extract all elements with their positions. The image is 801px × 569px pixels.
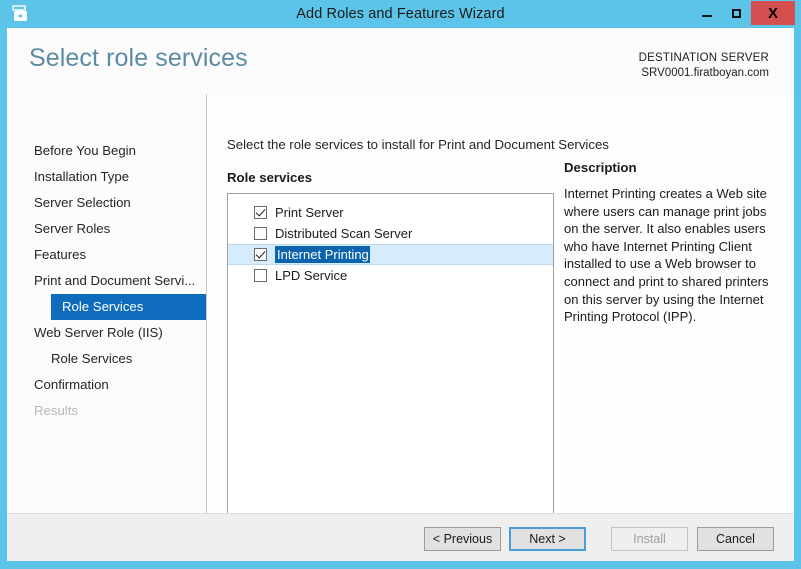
- install-button: Install: [611, 527, 688, 551]
- maximize-button[interactable]: [722, 1, 750, 25]
- list-item[interactable]: LPD Service: [228, 265, 553, 286]
- sidebar-item-print-and-document-servi[interactable]: Print and Document Servi...: [7, 268, 206, 294]
- sidebar-item-label: Results: [34, 403, 78, 418]
- list-item-label: Print Server: [275, 205, 344, 220]
- maximize-icon: [732, 9, 741, 18]
- wizard-navigation: Before You Begin Installation Type Server …: [7, 94, 206, 513]
- page-title: Select role services: [29, 44, 248, 73]
- previous-button[interactable]: < Previous: [424, 527, 501, 551]
- description-pane: Description Internet Printing creates a …: [564, 160, 779, 326]
- sidebar-item-label: Server Selection: [34, 195, 131, 210]
- list-item[interactable]: Internet Printing: [228, 244, 553, 265]
- list-top-padding: [228, 194, 553, 202]
- description-body: Internet Printing creates a Web site whe…: [564, 185, 779, 326]
- sidebar-item-installation-type[interactable]: Installation Type: [7, 164, 206, 190]
- checkbox-print-server[interactable]: [254, 206, 267, 219]
- sidebar-item-server-selection[interactable]: Server Selection: [7, 190, 206, 216]
- list-item[interactable]: Distributed Scan Server: [228, 223, 553, 244]
- cancel-button[interactable]: Cancel: [697, 527, 774, 551]
- description-title: Description: [564, 160, 779, 175]
- sidebar-item-label: Role Services: [62, 299, 143, 314]
- wizard-footer: < Previous Next > Install Cancel: [7, 513, 794, 561]
- sidebar-item-label: Installation Type: [34, 169, 129, 184]
- sidebar-item-results: Results: [7, 398, 206, 424]
- main-content: Select the role services to install for …: [207, 94, 794, 513]
- sidebar-item-role-services[interactable]: Role Services: [7, 346, 206, 372]
- sidebar-item-label: Confirmation: [34, 377, 109, 392]
- destination-server-name: SRV0001.firatboyan.com: [639, 66, 769, 81]
- list-item-label: Internet Printing: [275, 246, 370, 263]
- wizard-client-area: Select role services DESTINATION SERVER …: [7, 28, 794, 561]
- wizard-window: Add Roles and Features Wizard X Select r…: [0, 0, 801, 569]
- sidebar-item-label: Web Server Role (IIS): [34, 325, 163, 340]
- sidebar-item-label: Server Roles: [34, 221, 110, 236]
- wizard-header: Select role services DESTINATION SERVER …: [7, 28, 794, 94]
- close-button[interactable]: X: [751, 1, 795, 25]
- minimize-button[interactable]: [693, 1, 721, 25]
- minimize-icon: [702, 15, 712, 17]
- instruction-text: Select the role services to install for …: [227, 137, 609, 152]
- sidebar-item-confirmation[interactable]: Confirmation: [7, 372, 206, 398]
- window-title: Add Roles and Features Wizard: [0, 0, 801, 28]
- sidebar-item-before-you-begin[interactable]: Before You Begin: [7, 138, 206, 164]
- role-services-label: Role services: [227, 170, 312, 185]
- role-services-listbox[interactable]: Print Server Distributed Scan Server Inter…: [227, 193, 554, 526]
- sidebar-item-role-services[interactable]: Role Services: [51, 294, 206, 320]
- sidebar-item-label: Role Services: [51, 351, 132, 366]
- list-item-label: LPD Service: [275, 268, 347, 283]
- sidebar-item-label: Before You Begin: [34, 143, 136, 158]
- list-item[interactable]: Print Server: [228, 202, 553, 223]
- sidebar-item-label: Print and Document Servi...: [34, 273, 195, 288]
- checkbox-internet-printing[interactable]: [254, 248, 267, 261]
- list-item-label: Distributed Scan Server: [275, 226, 412, 241]
- sidebar-item-server-roles[interactable]: Server Roles: [7, 216, 206, 242]
- checkbox-distributed-scan-server[interactable]: [254, 227, 267, 240]
- destination-server-block: DESTINATION SERVER SRV0001.firatboyan.co…: [639, 51, 769, 81]
- destination-server-label: DESTINATION SERVER: [639, 51, 769, 66]
- sidebar-item-label: Features: [34, 247, 86, 262]
- title-bar[interactable]: Add Roles and Features Wizard X: [0, 0, 801, 28]
- sidebar-item-features[interactable]: Features: [7, 242, 206, 268]
- sidebar-item-web-server-role-iis[interactable]: Web Server Role (IIS): [7, 320, 206, 346]
- next-button[interactable]: Next >: [509, 527, 586, 551]
- checkbox-lpd-service[interactable]: [254, 269, 267, 282]
